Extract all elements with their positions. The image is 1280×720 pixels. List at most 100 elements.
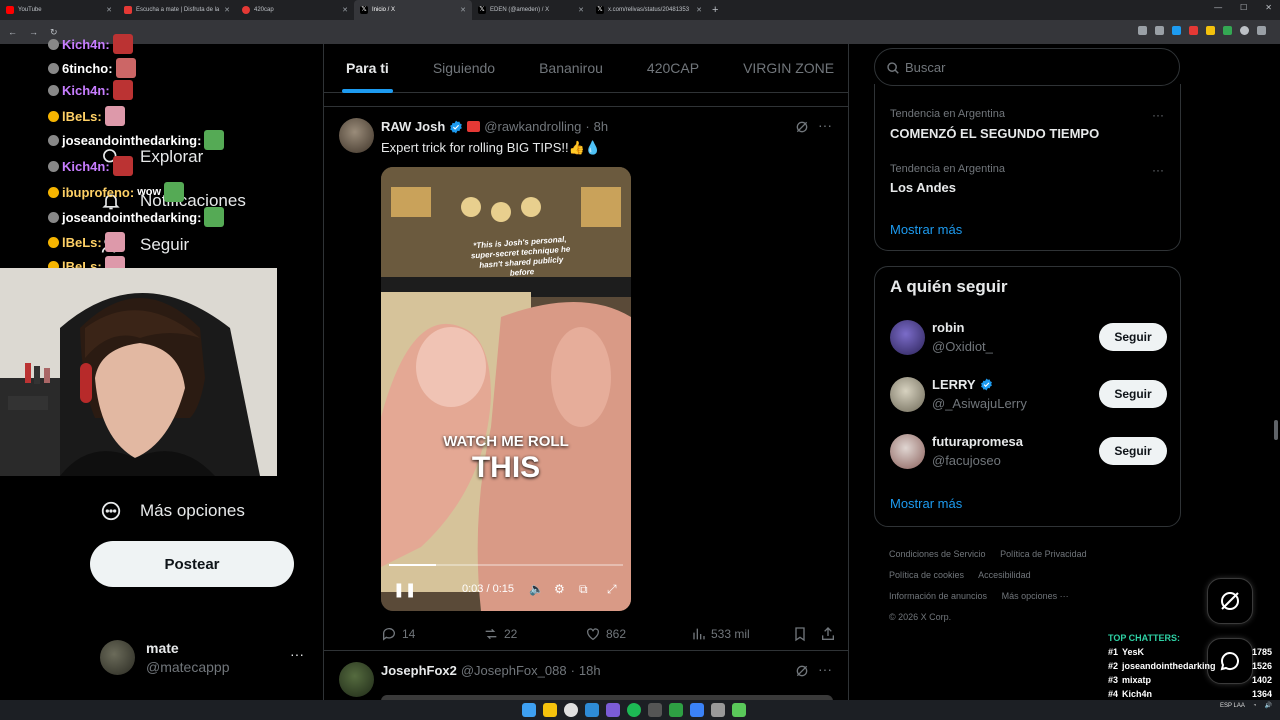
browser-tab[interactable]: 420cap ✕ (236, 0, 354, 20)
trend-name[interactable]: COMENZÓ EL SEGUNDO TIEMPO (890, 126, 1099, 141)
tweet[interactable]: JosephFox2 @JosephFox_088 · 18h ··· (324, 651, 848, 700)
volume-icon[interactable]: 🔊 (1265, 702, 1272, 709)
more-icon[interactable]: ··· (290, 646, 304, 662)
extension-icon[interactable] (1189, 26, 1198, 35)
bookmark-icon[interactable] (792, 626, 808, 642)
tweet[interactable]: RAW Josh @rawkandrolling · 8h ··· Expert… (324, 107, 848, 651)
close-icon[interactable]: ✕ (460, 6, 466, 14)
footer-link[interactable]: Política de Privacidad (1000, 549, 1087, 559)
app-icon[interactable] (585, 703, 599, 717)
pause-icon[interactable]: ❚❚ (393, 581, 416, 598)
tab-virgin-zone[interactable]: VIRGIN ZONE (721, 44, 848, 93)
maximize-icon[interactable]: ☐ (1240, 3, 1247, 12)
timestamp[interactable]: 8h (594, 119, 608, 134)
spotify-icon[interactable] (627, 703, 641, 717)
like-button[interactable]: 862 (585, 626, 626, 642)
close-icon[interactable]: ✕ (224, 6, 230, 14)
more-icon[interactable]: ··· (818, 117, 832, 133)
extension-icon[interactable] (1138, 26, 1147, 35)
search-input[interactable]: Buscar (905, 60, 945, 75)
search-box[interactable]: Buscar (874, 48, 1180, 86)
share-icon[interactable] (820, 626, 836, 642)
close-icon[interactable]: ✕ (106, 6, 112, 14)
app-icon[interactable] (711, 703, 725, 717)
close-icon[interactable]: ✕ (578, 6, 584, 14)
more-icon[interactable]: ··· (1152, 163, 1164, 177)
minimize-icon[interactable]: — (1214, 3, 1222, 12)
author-handle[interactable]: @JosephFox_088 (461, 663, 567, 678)
browser-tab[interactable]: 𝕏 EDEN (@ameden) / X ✕ (472, 0, 590, 20)
menu-icon[interactable] (1257, 26, 1266, 35)
browser-tab[interactable]: YouTube ✕ (0, 0, 118, 20)
follow-button[interactable]: Seguir (1099, 380, 1167, 408)
avatar[interactable] (339, 118, 374, 153)
browser-tab[interactable]: 𝕏x.com/relivas/status/20481353 ✕ (590, 0, 708, 20)
tab-para-ti[interactable]: Para ti (324, 44, 411, 93)
show-more-link[interactable]: Mostrar más (890, 496, 962, 511)
folder-icon[interactable] (543, 703, 557, 717)
language-indicator[interactable]: ESP LAA (1220, 703, 1245, 709)
extension-icon[interactable] (1206, 26, 1215, 35)
like-count: 862 (606, 627, 627, 641)
volume-icon[interactable]: 🔈 (529, 582, 544, 596)
footer-link[interactable]: Información de anuncios (889, 591, 987, 601)
author-name[interactable]: RAW Josh (381, 119, 445, 134)
extension-icon[interactable] (1172, 26, 1181, 35)
browser-tab[interactable]: Escucha a mate | Disfruta de la ✕ (118, 0, 236, 20)
tab-siguiendo[interactable]: Siguiendo (411, 44, 517, 93)
footer-link[interactable]: Accesibilidad (978, 570, 1031, 580)
more-options-item[interactable]: Más opciones (100, 500, 245, 522)
video-player[interactable]: *This is Josh's personal, super-secret t… (381, 167, 631, 611)
grok-icon[interactable] (794, 663, 810, 679)
app-icon[interactable] (648, 703, 662, 717)
trend-name[interactable]: Los Andes (890, 180, 956, 195)
follow-suggestion[interactable]: LERRY @_AsiwajuLerry Seguir (890, 375, 1167, 415)
new-tab-button[interactable]: + (712, 4, 718, 16)
start-icon[interactable] (522, 703, 536, 717)
extension-icon[interactable] (1155, 26, 1164, 35)
follow-button[interactable]: Seguir (1099, 437, 1167, 465)
settings-icon[interactable]: ⚙ (554, 582, 565, 596)
views-button[interactable]: 533 mil (690, 626, 750, 642)
chrome-icon[interactable] (564, 703, 578, 717)
account-switcher[interactable]: mate @matecappp ··· (100, 638, 310, 678)
close-icon[interactable]: ✕ (696, 6, 702, 14)
footer-link[interactable]: Condiciones de Servicio (889, 549, 986, 559)
close-icon[interactable]: ✕ (342, 6, 348, 14)
author-name[interactable]: JosephFox2 (381, 663, 457, 678)
post-button[interactable]: Postear (90, 541, 294, 587)
video-progress-bar[interactable] (389, 564, 623, 566)
grok-icon[interactable] (794, 119, 810, 135)
tab-420cap[interactable]: 420CAP (625, 44, 721, 93)
tab-bananirou[interactable]: Bananirou (517, 44, 625, 93)
more-icon[interactable]: ··· (818, 661, 832, 677)
app-icon[interactable] (669, 703, 683, 717)
show-more-link[interactable]: Mostrar más (890, 222, 962, 237)
reply-button[interactable]: 14 (381, 626, 415, 642)
timestamp[interactable]: 18h (579, 663, 601, 678)
pip-icon[interactable]: ⧉ (579, 582, 588, 597)
back-icon[interactable]: ← (8, 27, 17, 38)
footer-link[interactable]: Más opciones ··· (1002, 591, 1069, 601)
author-handle[interactable]: @rawkandrolling (484, 119, 581, 134)
browser-tab-active[interactable]: 𝕏 Inicio / X ✕ (354, 0, 472, 20)
avatar[interactable] (339, 662, 374, 697)
extension-icon[interactable] (1223, 26, 1232, 35)
follow-button[interactable]: Seguir (1099, 323, 1167, 351)
app-icon[interactable] (732, 703, 746, 717)
wifi-icon[interactable]: ◔ (1253, 703, 1257, 709)
footer-link[interactable]: Política de cookies (889, 570, 964, 580)
close-window-icon[interactable]: ✕ (1265, 3, 1272, 12)
profile-icon[interactable] (1240, 26, 1249, 35)
app-icon[interactable] (690, 703, 704, 717)
app-icon[interactable] (606, 703, 620, 717)
follow-suggestion[interactable]: futurapromesa @facujoseo Seguir (890, 432, 1167, 472)
forward-icon[interactable]: → (29, 27, 38, 38)
scrollbar[interactable] (1274, 420, 1278, 440)
fullscreen-icon[interactable]: ⤢ (607, 582, 617, 597)
grok-float-button[interactable] (1207, 578, 1253, 624)
more-icon[interactable]: ··· (1152, 108, 1164, 122)
repost-button[interactable]: 22 (483, 626, 517, 642)
tweet-header: JosephFox2 @JosephFox_088 · 18h (381, 663, 601, 678)
follow-suggestion[interactable]: robin @Oxidiot_ Seguir (890, 318, 1167, 358)
